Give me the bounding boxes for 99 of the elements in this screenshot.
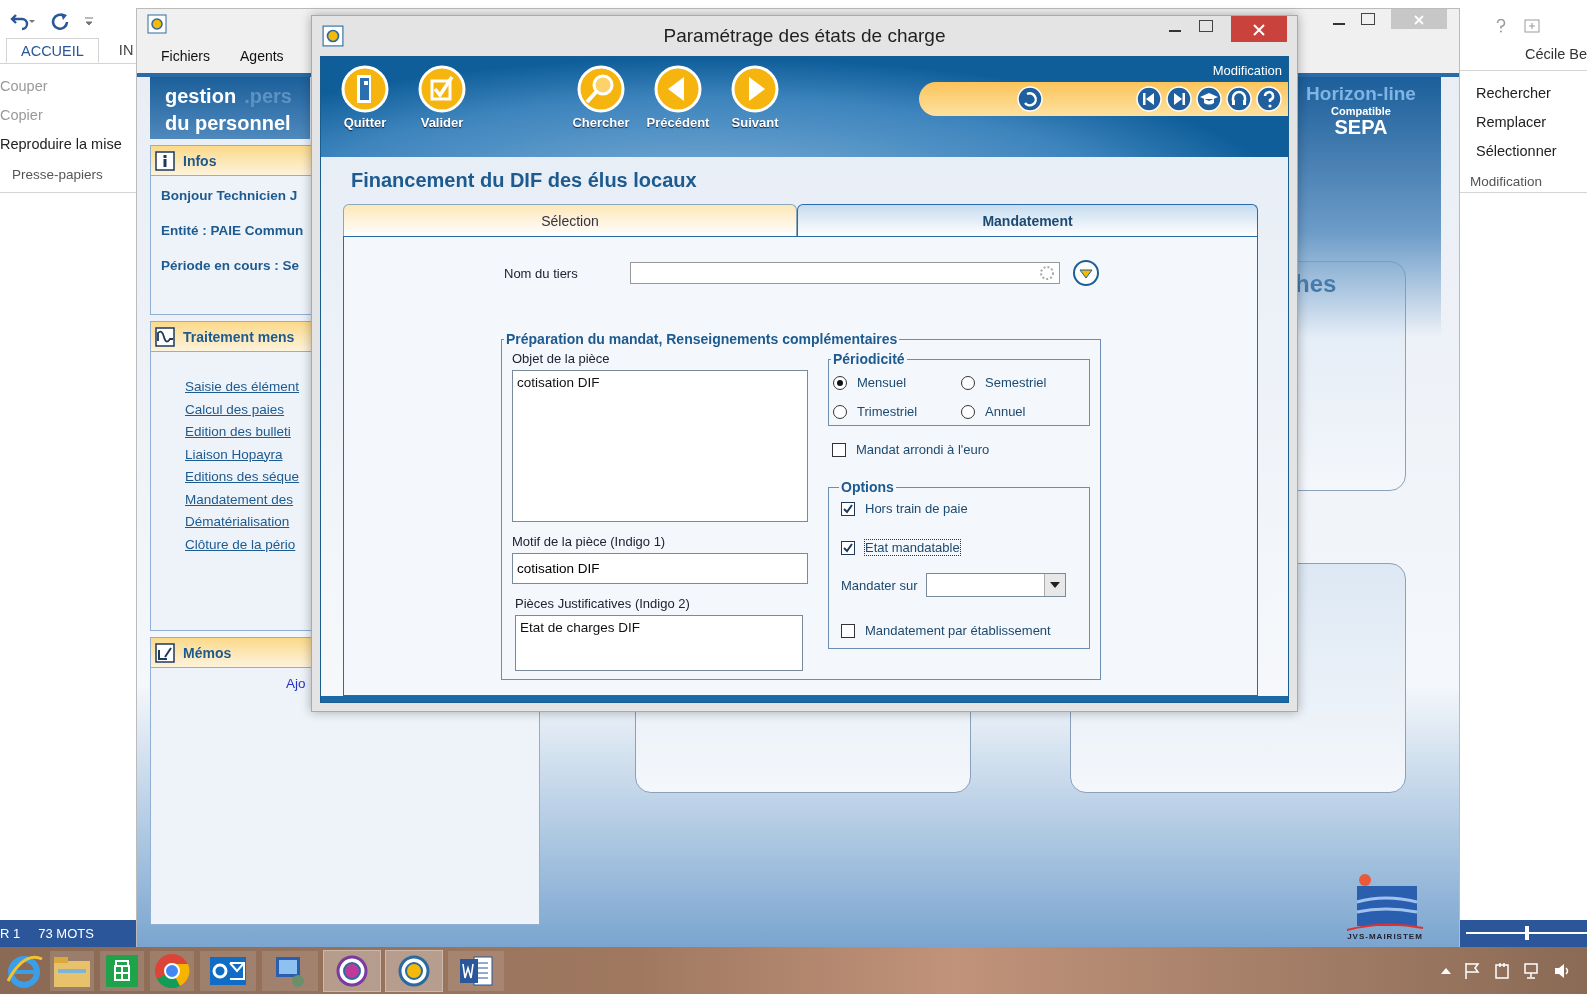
text-area[interactable]: Etat de charges DIF	[515, 615, 803, 671]
info-icon	[155, 150, 175, 171]
next-record-icon[interactable]	[1166, 86, 1192, 112]
editing-command[interactable]: Remplacer	[1456, 114, 1587, 130]
group-label: Modification	[1469, 174, 1544, 189]
speaker-icon[interactable]	[1553, 961, 1571, 980]
logo-text: Horizon-line	[1306, 83, 1416, 105]
document-icon[interactable]	[448, 950, 504, 991]
group-title: Options	[840, 479, 895, 495]
check-icon	[842, 541, 854, 554]
clipboard-command[interactable]: Reproduire la mise	[0, 136, 136, 152]
logo-text: JVS-MAIRISTEM	[1347, 932, 1423, 941]
network-icon[interactable]	[1523, 961, 1541, 980]
field-label: Pièces Justificatives (Indigo 2)	[514, 596, 691, 611]
loading-icon	[1039, 265, 1055, 281]
flag-icon[interactable]	[1463, 961, 1481, 980]
group-label: Presse-papiers	[11, 167, 104, 182]
logo-text: Compatible	[1331, 105, 1391, 117]
maximize-button[interactable]	[1361, 13, 1375, 25]
help-icon[interactable]	[1496, 19, 1506, 33]
field-label: Nom du tiers	[504, 265, 579, 281]
mail-icon[interactable]	[200, 950, 256, 991]
input-field[interactable]: cotisation DIF	[512, 553, 808, 584]
radio-option[interactable]: Annuel	[961, 404, 1081, 419]
slider-thumb[interactable]	[1524, 926, 1529, 940]
graduation-cap-icon[interactable]	[1196, 86, 1222, 112]
app-icon	[147, 14, 167, 34]
panel-title: Traitement mens	[183, 328, 295, 345]
store-icon[interactable]	[100, 950, 144, 991]
menu-link[interactable]: Mandatement des	[185, 490, 294, 509]
dropdown-field[interactable]	[925, 573, 1066, 597]
toolbar-button[interactable]: Valider	[406, 65, 478, 135]
help-icon[interactable]	[1256, 86, 1282, 112]
menu-link[interactable]: Liaison Hopayra	[185, 445, 283, 464]
undo-icon[interactable]	[10, 11, 36, 31]
app-icon[interactable]	[324, 950, 380, 991]
toolbar-button[interactable]: Quitter	[329, 65, 401, 135]
status-text: R 1	[0, 926, 21, 941]
tab[interactable]: Mandatement	[797, 204, 1258, 236]
group-title: Préparation du mandat, Renseignements complémentaires	[505, 331, 899, 347]
info-text: Entité : PAIE Commun	[161, 223, 304, 238]
menu-link[interactable]: Edition des bulleti	[185, 423, 291, 442]
app-icon	[322, 25, 344, 47]
redo-icon[interactable]	[50, 11, 70, 31]
field-label: Motif de la pièce (Indigo 1)	[512, 534, 667, 549]
close-icon[interactable]	[1253, 24, 1265, 36]
info-text: Bonjour Technicien J	[161, 188, 298, 203]
text-area[interactable]: cotisation DIF	[512, 370, 808, 522]
logo-text: SEPA	[1334, 117, 1388, 137]
memo-icon	[155, 642, 175, 663]
ribbon-tab[interactable]: IN	[118, 38, 134, 63]
menu-link[interactable]: Saisie des élément	[185, 378, 300, 397]
status-text: 73 MOTS	[38, 926, 94, 941]
toolbar-button[interactable]: Chercher	[565, 65, 637, 135]
folder-icon[interactable]	[50, 950, 94, 991]
panel-title: Mémos	[183, 644, 232, 661]
menu-link[interactable]: Calcul des paies	[185, 400, 285, 419]
field-label: Mandater sur	[841, 577, 918, 593]
menu-item[interactable]: Fichiers	[161, 48, 210, 64]
first-record-icon[interactable]	[1136, 86, 1162, 112]
wave-icon	[155, 326, 175, 347]
radio-option[interactable]: Mensuel	[833, 375, 961, 390]
mode-label: Modification	[1211, 62, 1283, 80]
field-label: Objet de la pièce	[512, 351, 611, 366]
logo-icon	[1345, 872, 1425, 932]
input-field[interactable]	[630, 262, 1060, 284]
customize-icon[interactable]	[84, 15, 94, 27]
ribbon-tab[interactable]: ACCUEIL	[6, 38, 99, 63]
brand-text: gestion	[165, 85, 237, 109]
window-title: Paramétrage des états de charge	[663, 25, 946, 47]
form-title: Financement du DIF des élus locaux	[350, 168, 698, 193]
add-link[interactable]: Ajo	[286, 676, 306, 691]
headset-icon[interactable]	[1226, 86, 1252, 112]
menu-link[interactable]: Clôture de la pério	[185, 535, 296, 554]
caret-icon[interactable]	[1049, 582, 1060, 588]
panel-title: Infos	[183, 152, 217, 169]
checkbox[interactable]: Mandat arrondi à l'euro	[832, 442, 990, 457]
editing-command[interactable]: Sélectionner	[1456, 143, 1587, 159]
radio-option[interactable]: Semestriel	[961, 375, 1081, 390]
menu-item[interactable]: Agents	[240, 48, 284, 64]
checkbox[interactable]: Etat mandatable	[841, 540, 960, 555]
info-text: Période en cours : Se	[161, 258, 300, 273]
checkbox[interactable]: Hors train de paie	[841, 501, 968, 516]
menu-link[interactable]: Editions des séque	[185, 468, 300, 487]
menu-link[interactable]: Dématérialisation	[185, 513, 290, 532]
undo-icon[interactable]	[1017, 86, 1043, 112]
maximize-button[interactable]	[1199, 20, 1213, 32]
editing-command[interactable]: Rechercher	[1456, 85, 1587, 101]
app-icon[interactable]	[386, 950, 442, 991]
chrome-icon[interactable]	[150, 950, 194, 991]
checkbox[interactable]: Mandatement par établissement	[841, 623, 1051, 638]
radio-option[interactable]: Trimestriel	[833, 404, 961, 419]
close-button[interactable]	[1231, 16, 1287, 42]
dropdown-icon[interactable]	[1072, 259, 1100, 287]
tab[interactable]: Sélection	[343, 204, 797, 236]
brand-text: du personnel	[165, 111, 292, 136]
network-icon[interactable]	[262, 950, 318, 991]
group-title: Périodicité	[832, 351, 906, 367]
check-icon	[842, 502, 854, 515]
